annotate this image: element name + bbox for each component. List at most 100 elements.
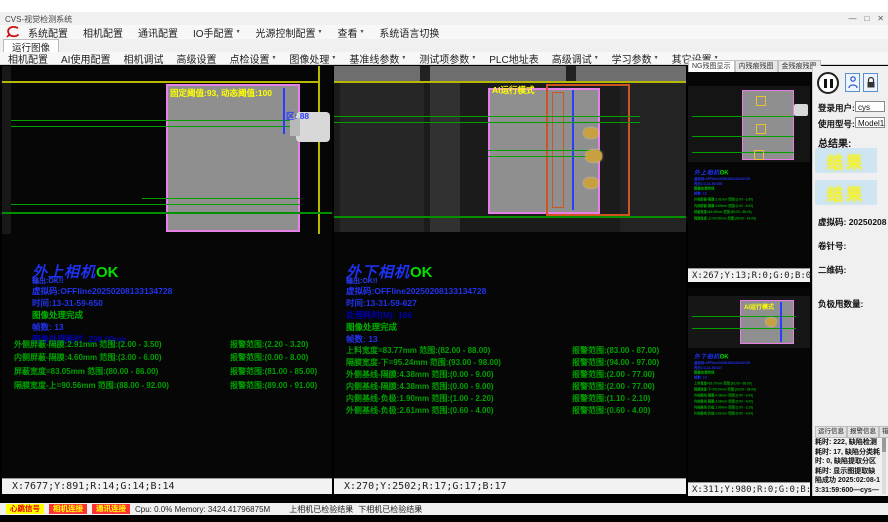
green-measure-line [11, 126, 300, 127]
left-camera-view[interactable]: 固定阈值:93, 动态阈值:100 区: 88 外上相机OK 输出:OK!! 虚… [2, 66, 332, 478]
defect-marker-box [754, 150, 764, 160]
green-measure-line [142, 198, 300, 199]
lower-camera-view[interactable]: AI运行模式 外下相机OK 输出:OK!! 虚拟码:OFFline2025020… [334, 66, 686, 478]
reel-pin-label: 卷针号: [818, 240, 846, 252]
alarm-range-text: 报警范围:(2.00 - 77.00) [572, 369, 655, 380]
alarm-range-text: 报警范围:(2.00 - 77.00) [572, 381, 655, 392]
menu-light-control[interactable]: 光源控制配置▼ [256, 25, 323, 40]
green-measure-line [334, 122, 640, 123]
menu-camera-config[interactable]: 相机配置 [83, 25, 123, 40]
connector-part [794, 104, 808, 116]
rail-gap [420, 66, 430, 82]
result-display-lower: 结果 [815, 180, 877, 205]
preview-text-mini: 外下相机OK 虚拟码:OFFline20250208133134728 时间:1… [694, 352, 810, 418]
elapsed-text: 处理耗时(M): 166 [346, 309, 412, 321]
preview-bottom-coordinate-bar: X:311;Y:980;R:0;G:0;B:0 [688, 482, 810, 496]
ng-preview-bottom[interactable]: AI运行模式 外下相机OK 虚拟码:OFFline202502081331347… [688, 288, 810, 482]
menu-comm-config[interactable]: 通讯配置 [138, 25, 178, 40]
tool-plc-address[interactable]: PLC地址表 [489, 51, 538, 66]
green-measure-line [334, 216, 686, 218]
tool-image-processing[interactable]: 图像处理▼ [289, 51, 336, 66]
close-button[interactable]: ✕ [877, 12, 884, 25]
green-measure-line [11, 204, 300, 205]
minimize-button[interactable]: — [848, 12, 856, 25]
log-scrollbar[interactable] [882, 438, 886, 494]
frame-count-text: 帧数: 13 [32, 321, 64, 333]
tool-advanced-debug[interactable]: 高级调试▼ [552, 51, 599, 66]
tab-ng-image[interactable]: NG残图显示 [688, 60, 735, 72]
app-window: CVS-视觉检测系统 — □ ✕ 系统配置 相机配置 通讯配置 IO手配置▼ 光… [0, 0, 888, 522]
alarm-range-text: 报警范围:(0.60 - 4.00) [572, 405, 650, 416]
top-margin [0, 0, 888, 12]
pixel-coordinate-text: X:7677;Y:891;R:14;G:14;B:14 [12, 481, 175, 492]
pause-icon [824, 79, 827, 88]
model-label: 使用型号: [818, 118, 855, 130]
menu-view[interactable]: 查看▼ [337, 25, 364, 40]
maximize-button[interactable]: □ [864, 12, 869, 25]
green-measure-line [692, 152, 794, 153]
app-logo-icon [6, 26, 20, 38]
tab-inner-defect[interactable]: 内残痕残图 [735, 60, 778, 72]
alarm-range-text: 报警范围:(89.00 - 91.00) [230, 380, 317, 391]
login-user-field[interactable]: cys [855, 101, 885, 112]
user-lock-icon [848, 76, 858, 89]
pause-icon [830, 79, 833, 88]
login-user-label: 登录用户: [818, 102, 855, 114]
green-measure-line [488, 156, 600, 157]
lock-button[interactable] [863, 73, 878, 92]
measurement-text: 上料宽度=83.77mm 范围:(82.00 - 88.00) [346, 345, 490, 356]
tool-learning-params[interactable]: 学习参数▼ [612, 51, 659, 66]
tool-baseline-params[interactable]: 基准线参数▼ [349, 51, 406, 66]
menu-language-switch[interactable]: 系统语言切换 [379, 25, 439, 40]
green-measure-line [488, 150, 600, 151]
alarm-range-text: 报警范围:(2.20 - 3.20) [230, 339, 308, 350]
ng-preview-top[interactable]: 外上相机OK 虚拟码:OFFline20250208133134728 时间:1… [688, 72, 810, 268]
tool-camera-debug[interactable]: 相机调试 [123, 51, 163, 66]
tool-camera-config[interactable]: 相机配置 [8, 51, 48, 66]
info-tab-strip: 运行信息 报警信息 错误信息 [815, 426, 888, 438]
process-done-text: 图像处理完成 [32, 309, 83, 321]
menu-io-config[interactable]: IO手配置▼ [193, 25, 241, 40]
alarm-range-text: 报警范围:(0.00 - 8.00) [230, 352, 308, 363]
tool-ai-usage-config[interactable]: AI使用配置 [61, 51, 110, 66]
left-coordinate-bar: X:7677;Y:891;R:14;G:14;B:14 [2, 478, 332, 494]
tab-run-info[interactable]: 运行信息 [815, 426, 847, 438]
window-controls: — □ ✕ [848, 12, 884, 25]
chevron-down-icon: ▼ [594, 55, 599, 61]
pause-button[interactable] [817, 72, 839, 94]
alarm-range-text: 报警范围:(1.10 - 2.10) [572, 393, 650, 404]
weld-spot [584, 178, 598, 188]
measurement-text: 外侧屏蔽-隔膜:2.91mm 范围:(2.00 - 3.50) [14, 339, 162, 350]
machine-top-rail [334, 66, 686, 82]
rail-gap [566, 66, 576, 82]
lock-icon [866, 76, 876, 89]
machine-block [340, 82, 424, 232]
alarm-range-text: 报警范围:(94.00 - 97.00) [572, 357, 659, 368]
pixel-coordinate-text: X:267;Y:13;R:0;G:0;B:0 [692, 271, 811, 281]
virtual-code-text: 虚拟码:OFFline20250208133134728 [346, 285, 486, 297]
scrollbar-thumb[interactable] [882, 438, 886, 452]
detected-region-rect [166, 84, 300, 232]
model-field[interactable]: Model1 [855, 117, 885, 128]
tab-alarm-info[interactable]: 报警信息 [847, 426, 879, 438]
blue-marker-text: 区: 88 [286, 110, 309, 122]
green-measure-line [692, 136, 794, 137]
user-lock-button[interactable] [845, 73, 860, 92]
title-bar: CVS-视觉检测系统 — □ ✕ [0, 12, 888, 26]
log-panel[interactable]: 耗时: 222, 缺陷检测耗时: 17, 缺陷分类耗时: 0, 缺陷提取分区耗时… [815, 438, 881, 494]
menu-system-config[interactable]: 系统配置 [28, 25, 68, 40]
chevron-down-icon: ▼ [236, 29, 241, 35]
tool-advanced-settings[interactable]: 高级设置 [176, 51, 216, 66]
heartbeat-badge: 心跳信号 [6, 504, 44, 514]
tool-spot-check[interactable]: 点检设置▼ [229, 51, 276, 66]
detected-region-rect [742, 90, 794, 160]
tool-test-params[interactable]: 测试项参数▼ [419, 51, 476, 66]
chevron-down-icon: ▼ [318, 29, 323, 35]
machine-block [430, 82, 460, 232]
tab-error-info[interactable]: 错误信息 [879, 426, 888, 438]
measurement-text: 内侧屏蔽-隔膜:4.60mm 范围:(3.00 - 6.00) [14, 352, 162, 363]
measurement-text: 隔膜宽度-下=95.24mm 范围:(93.00 - 98.00) [346, 357, 501, 368]
weld-spot [584, 128, 598, 138]
alarm-range-text: 报警范围:(81.00 - 85.00) [230, 366, 317, 377]
green-measure-line [692, 116, 794, 117]
